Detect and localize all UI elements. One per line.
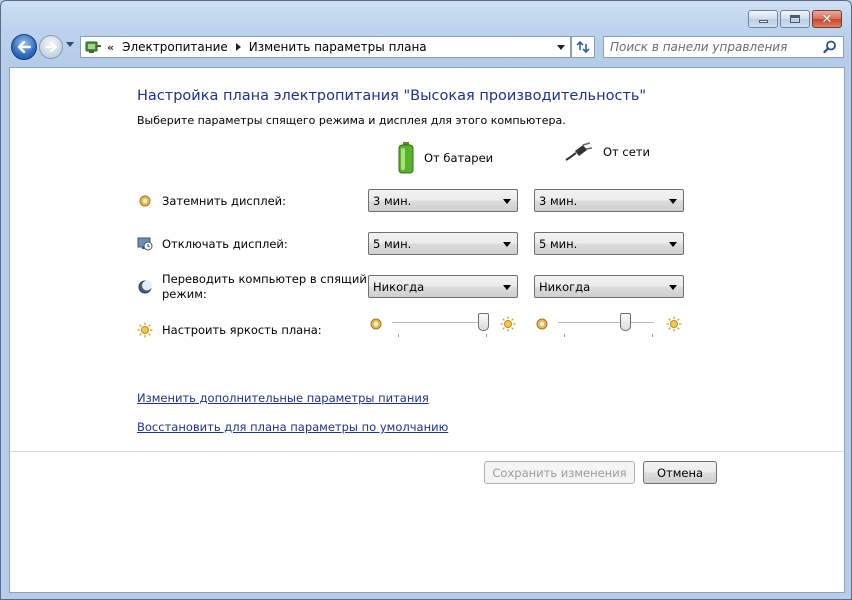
chevron-down-icon: [669, 285, 677, 290]
address-dropdown[interactable]: [557, 45, 565, 50]
dim-display-label: Затемнить дисплей:: [162, 194, 287, 208]
brightness-battery-slider[interactable]: [368, 313, 518, 337]
minimize-icon: [758, 20, 768, 23]
display-off-clock-icon: [137, 237, 153, 251]
close-icon: ✕: [821, 11, 833, 27]
display-off-ac-select[interactable]: 5 мин.: [534, 232, 684, 255]
setting-sleep: Переводить компьютер в спящий режим:: [137, 272, 367, 302]
address-bar[interactable]: « Электропитание Изменить параметры план…: [80, 36, 571, 58]
slider-tick: [486, 334, 487, 337]
brightness-battery-track[interactable]: [392, 322, 488, 324]
search-box[interactable]: [603, 36, 844, 58]
dim-display-icon: [139, 195, 151, 207]
page-subtitle: Выберите параметры спящего режима и дисп…: [137, 114, 566, 127]
back-arrow-icon: [17, 41, 31, 53]
sleep-battery-value: Никогда: [373, 279, 425, 294]
slider-tick: [652, 334, 653, 337]
brightness-battery-thumb[interactable]: [477, 313, 489, 331]
brightness-ac-track[interactable]: [558, 322, 654, 324]
breadcrumb-separator-icon[interactable]: [235, 43, 241, 51]
bright-sun-icon: [500, 316, 516, 332]
breadcrumb-power-options[interactable]: Электропитание: [122, 40, 228, 54]
search-input[interactable]: [610, 40, 810, 54]
sleep-battery-select[interactable]: Никогда: [368, 275, 518, 298]
column-label-ac: От сети: [603, 145, 650, 159]
display-off-label: Отключать дисплей:: [162, 237, 288, 251]
recent-pages-dropdown[interactable]: [66, 42, 74, 47]
slider-tick: [398, 334, 399, 337]
search-icon[interactable]: [823, 40, 837, 54]
minimize-button[interactable]: [748, 10, 778, 28]
setting-display-off: Отключать дисплей:: [137, 236, 288, 252]
chevron-down-icon: [669, 199, 677, 204]
content-pane: Настройка плана электропитания "Высокая …: [9, 67, 845, 593]
refresh-icon: [576, 40, 590, 54]
sleep-ac-select[interactable]: Никогда: [534, 275, 684, 298]
column-label-battery: От батареи: [424, 151, 494, 165]
close-button[interactable]: ✕: [812, 10, 842, 28]
power-options-icon: [85, 41, 101, 53]
slider-tick: [564, 334, 565, 337]
back-button[interactable]: [11, 34, 37, 60]
chevron-down-icon: [503, 199, 511, 204]
sleep-label: Переводить компьютер в спящий режим:: [162, 272, 367, 302]
dim-display-battery-select[interactable]: 3 мин.: [368, 189, 518, 212]
brightness-label: Настроить яркость плана:: [162, 323, 322, 337]
dim-display-ac-value: 3 мин.: [539, 193, 578, 208]
dim-display-ac-select[interactable]: 3 мин.: [534, 189, 684, 212]
setting-dim-display: Затемнить дисплей:: [137, 193, 286, 209]
sleep-label-line1: Переводить компьютер в спящий: [162, 272, 367, 286]
maximize-button[interactable]: [780, 10, 810, 28]
sleep-label-line2: режим:: [162, 287, 207, 301]
refresh-button[interactable]: [571, 36, 595, 58]
cancel-button[interactable]: Отмена: [643, 461, 717, 484]
chevron-down-icon: [503, 285, 511, 290]
forward-button[interactable]: [39, 35, 63, 59]
brightness-ac-slider[interactable]: [534, 313, 684, 337]
divider: [10, 451, 844, 452]
chevron-down-icon: [669, 242, 677, 247]
display-off-battery-value: 5 мин.: [373, 236, 412, 251]
setting-brightness: Настроить яркость плана:: [137, 322, 322, 338]
sun-icon: [137, 322, 153, 338]
bright-sun-icon: [666, 316, 682, 332]
dim-display-battery-value: 3 мин.: [373, 193, 412, 208]
caption-buttons: ✕: [748, 10, 842, 28]
column-header-battery: От батареи: [398, 142, 493, 174]
chevron-down-icon: [503, 242, 511, 247]
battery-icon: [398, 142, 414, 174]
breadcrumb-edit-plan[interactable]: Изменить параметры плана: [249, 40, 427, 54]
plug-icon: [565, 142, 593, 161]
dim-sun-icon: [536, 318, 548, 330]
display-off-ac-value: 5 мин.: [539, 236, 578, 251]
maximize-icon: [790, 15, 800, 23]
advanced-settings-link[interactable]: Изменить дополнительные параметры питани…: [137, 391, 429, 405]
restore-defaults-link[interactable]: Восстановить для плана параметры по умол…: [137, 420, 448, 434]
breadcrumb-overflow[interactable]: «: [107, 41, 114, 54]
forward-arrow-icon: [45, 42, 57, 52]
control-panel-window: ✕ « Электропитание Изменить параметры пл…: [0, 0, 852, 600]
dim-sun-icon: [370, 318, 382, 330]
save-button[interactable]: Сохранить изменения: [484, 461, 635, 484]
brightness-ac-thumb[interactable]: [619, 313, 631, 331]
sleep-moon-icon: [138, 280, 152, 294]
sleep-ac-value: Никогда: [539, 279, 591, 294]
column-header-ac: От сети: [565, 142, 650, 162]
page-title: Настройка плана электропитания "Высокая …: [137, 88, 647, 104]
display-off-battery-select[interactable]: 5 мин.: [368, 232, 518, 255]
